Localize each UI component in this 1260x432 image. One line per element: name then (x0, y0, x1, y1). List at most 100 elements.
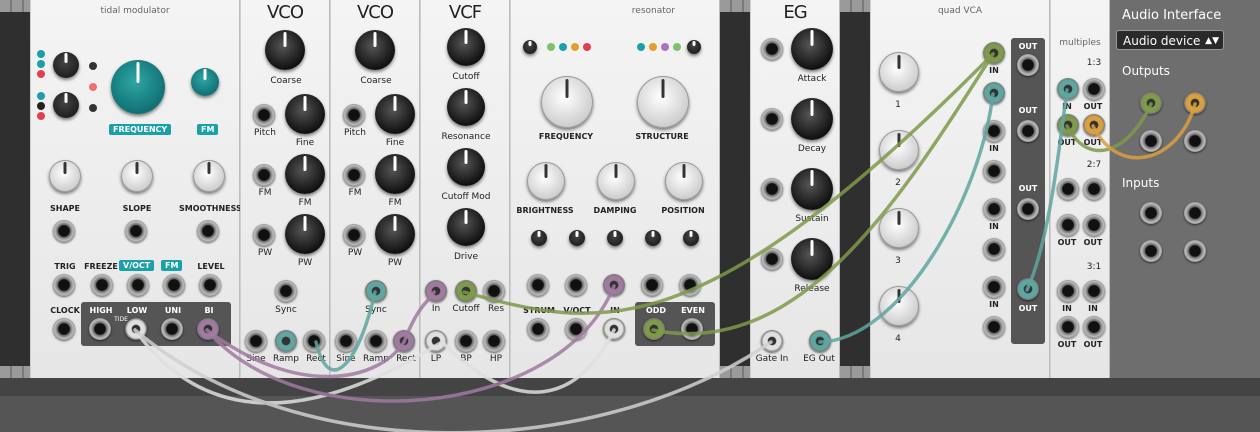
coarse-knob[interactable] (265, 30, 305, 70)
mult1-out-jack-c[interactable] (1083, 114, 1105, 136)
out-jack-1[interactable] (1017, 54, 1039, 76)
bp-jack[interactable] (455, 330, 477, 352)
structure-knob[interactable] (637, 76, 689, 128)
brightness-atten-knob[interactable] (531, 230, 547, 246)
release-knob[interactable] (791, 238, 833, 280)
pitch-jack[interactable] (343, 104, 365, 126)
clock-jack[interactable] (53, 318, 75, 340)
out-jack-2[interactable] (1017, 120, 1039, 142)
hp-jack[interactable] (483, 330, 505, 352)
gain-knob-1[interactable] (879, 52, 919, 92)
mult1-out-jack-b[interactable] (1057, 114, 1079, 136)
mult2-out-jack-c[interactable] (1083, 214, 1105, 236)
frequency-knob[interactable] (541, 76, 593, 128)
model-button[interactable] (687, 40, 701, 54)
brightness-knob[interactable] (527, 162, 565, 200)
pw-knob[interactable] (285, 214, 325, 254)
fine-knob[interactable] (285, 94, 325, 134)
input-jack-4[interactable] (1184, 240, 1206, 262)
input-jack-2[interactable] (1184, 202, 1206, 224)
mult2-out-jack-a[interactable] (1083, 178, 1105, 200)
mult3-out-jack-b[interactable] (1083, 316, 1105, 338)
fm-jack[interactable] (343, 164, 365, 186)
strum-jack[interactable] (527, 318, 549, 340)
mult1-out-jack-a[interactable] (1083, 78, 1105, 100)
sustain-cv-jack[interactable] (761, 178, 783, 200)
trig-jack[interactable] (53, 274, 75, 296)
decay-knob[interactable] (791, 98, 833, 140)
fine-knob[interactable] (375, 94, 415, 134)
in-jack-1a[interactable] (983, 42, 1005, 64)
slope-knob[interactable] (121, 160, 153, 192)
pw-jack[interactable] (343, 224, 365, 246)
output-jack-3[interactable] (1140, 130, 1162, 152)
in-jack-2a[interactable] (983, 120, 1005, 142)
mult3-in-jack-b[interactable] (1083, 280, 1105, 302)
slope-cv-jack[interactable] (125, 220, 147, 242)
gain-knob-4[interactable] (879, 286, 919, 326)
position-cv-jack[interactable] (679, 274, 701, 296)
in-jack-3a[interactable] (983, 198, 1005, 220)
cutoff-jack[interactable] (455, 280, 477, 302)
fm-knob[interactable] (375, 154, 415, 194)
structure-atten-knob[interactable] (645, 230, 661, 246)
frequency-knob[interactable] (111, 60, 165, 114)
mult2-out-jack-b[interactable] (1057, 214, 1079, 236)
in-jack-4a[interactable] (983, 276, 1005, 298)
release-cv-jack[interactable] (761, 248, 783, 270)
frequency-cv-jack[interactable] (565, 274, 587, 296)
fm-input-jack[interactable] (163, 274, 185, 296)
pitch-jack[interactable] (253, 104, 275, 126)
position-knob[interactable] (665, 162, 703, 200)
pw-knob[interactable] (375, 214, 415, 254)
in-jack-2b[interactable] (983, 160, 1005, 182)
sync-jack[interactable] (365, 280, 387, 302)
structure-cv-jack[interactable] (641, 274, 663, 296)
output-jack-4[interactable] (1184, 130, 1206, 152)
output-jack-1[interactable] (1140, 92, 1162, 114)
cutoff-mod-knob[interactable] (447, 148, 485, 186)
lp-jack[interactable] (425, 330, 447, 352)
sine-jack[interactable] (335, 330, 357, 352)
shape-knob[interactable] (49, 160, 81, 192)
eg-out-jack[interactable] (809, 330, 831, 352)
pw-jack[interactable] (253, 224, 275, 246)
fm-jack[interactable] (253, 164, 275, 186)
frequency-atten-knob[interactable] (569, 230, 585, 246)
gain-knob-2[interactable] (879, 130, 919, 170)
fm-knob[interactable] (285, 154, 325, 194)
damping-knob[interactable] (597, 162, 635, 200)
cutoff-knob[interactable] (447, 28, 485, 66)
mult1-in-jack[interactable] (1057, 78, 1079, 100)
resonance-knob[interactable] (447, 88, 485, 126)
mult3-out-jack-a[interactable] (1057, 316, 1079, 338)
ramp-jack[interactable] (365, 330, 387, 352)
even-jack[interactable] (681, 318, 703, 340)
mode-knob-bottom[interactable] (53, 92, 79, 118)
sync-jack[interactable] (275, 280, 297, 302)
drive-knob[interactable] (447, 208, 485, 246)
brightness-cv-jack[interactable] (527, 274, 549, 296)
uni-jack[interactable] (161, 318, 183, 340)
gain-knob-3[interactable] (879, 208, 919, 248)
mode-knob-top[interactable] (53, 52, 79, 78)
in-jack-3b[interactable] (983, 238, 1005, 260)
bi-jack[interactable] (197, 318, 219, 340)
in-jack-4b[interactable] (983, 316, 1005, 338)
input-jack-3[interactable] (1140, 240, 1162, 262)
damping-atten-knob[interactable] (607, 230, 623, 246)
polyphony-button[interactable] (523, 40, 537, 54)
decay-cv-jack[interactable] (761, 108, 783, 130)
voct-jack[interactable] (565, 318, 587, 340)
rect-jack[interactable] (393, 330, 415, 352)
freeze-jack[interactable] (91, 274, 113, 296)
audio-device-select[interactable]: Audio device ▲▼ (1116, 30, 1224, 50)
ramp-jack[interactable] (275, 330, 297, 352)
attack-knob[interactable] (791, 28, 833, 70)
fm-knob[interactable] (191, 68, 219, 96)
level-jack[interactable] (199, 274, 221, 296)
in-jack[interactable] (425, 280, 447, 302)
coarse-knob[interactable] (355, 30, 395, 70)
low-jack[interactable] (125, 318, 147, 340)
in-jack[interactable] (603, 318, 625, 340)
